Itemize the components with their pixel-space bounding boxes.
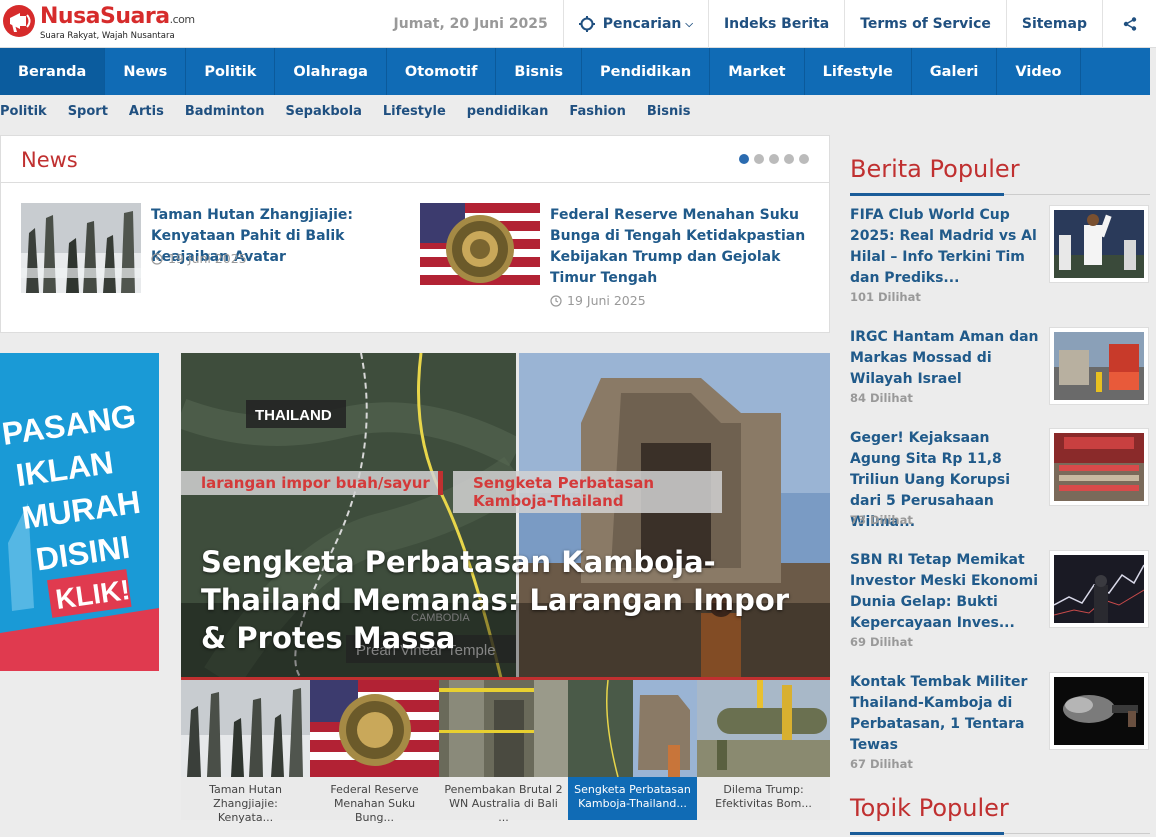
view-count: 69 Dilihat [850,635,913,649]
nav-lifestyle[interactable]: Lifestyle [805,48,912,95]
view-count: 67 Dilihat [850,757,913,771]
map-label-thailand: THAILAND [255,407,332,424]
share-button[interactable] [1102,0,1156,48]
headline-thumbnails: Taman Hutan Zhangjiajie: Kenyata... Fede… [181,680,830,824]
subnav-politik[interactable]: Politik [0,104,47,126]
subnav-bisnis[interactable]: Bisnis [647,104,691,126]
section-underline [850,193,1150,196]
subnav-sport[interactable]: Sport [68,104,108,126]
popular-title[interactable]: IRGC Hantam Aman dan Markas Mossad di Wi… [850,327,1040,390]
thumbnail-item-active[interactable]: Sengketa Perbatasan Kamboja-Thailand... [568,680,697,820]
popular-news-title: Berita Populer [850,155,1020,183]
thumbnail-caption[interactable]: Penembakan Brutal 2 WN Australia di Bali… [439,777,568,824]
chevron-down-icon: ⌵ [685,18,693,30]
advertisement-banner[interactable]: PASANG IKLAN MURAH DISINI KLIK! [0,353,159,671]
subnav-badminton[interactable]: Badminton [185,104,265,126]
nav-otomotif[interactable]: Otomotif [387,48,497,95]
nav-video[interactable]: Video [997,48,1081,95]
nav-politik[interactable]: Politik [186,48,276,95]
subnav-pendidikan[interactable]: pendidikan [467,104,549,126]
popular-topics-title: Topik Populer [850,794,1009,822]
popular-thumbnail[interactable] [1049,550,1149,628]
site-logo[interactable]: NusaSuara.com Suara Rakyat, Wajah Nusant… [0,2,200,46]
carousel-dots [739,154,809,164]
hero-title[interactable]: Sengketa Perbatasan Kamboja-Thailand Mem… [201,543,811,657]
logo-tagline: Suara Rakyat, Wajah Nusantara [40,31,175,41]
hero-tag[interactable]: Sengketa Perbatasan Kamboja-Thailand [453,471,722,513]
thumbnail-caption[interactable]: Federal Reserve Menahan Suku Bung... [310,777,439,824]
clock-icon [151,252,163,265]
popular-thumbnail[interactable] [1049,327,1149,405]
thumbnail-caption[interactable]: Dilema Trump: Efektivitas Bom... [697,777,830,820]
link-terms-of-service[interactable]: Terms of Service [844,0,1006,48]
news-carousel: News Taman Hutan Zhangjiajie: Kenyataan … [0,135,830,333]
logo-wordmark: NusaSuara.com [40,4,195,29]
hero-headline[interactable]: THAILAND CAMBODIA Preah Vihear Temple la… [181,353,830,678]
subnav-fashion[interactable]: Fashion [569,104,626,126]
carousel-dot[interactable] [739,154,749,164]
popular-thumbnail[interactable] [1049,205,1149,283]
share-icon [1123,17,1136,31]
news-item[interactable]: Taman Hutan Zhangjiajie: Kenyataan Pahit… [21,203,416,313]
popular-thumbnail[interactable] [1049,428,1149,506]
popular-title[interactable]: SBN RI Tetap Memikat Investor Meski Ekon… [850,550,1040,634]
subnav-sepakbola[interactable]: Sepakbola [285,104,361,126]
link-indeks-berita[interactable]: Indeks Berita [707,0,844,48]
nav-galeri[interactable]: Galeri [912,48,998,95]
nav-pendidikan[interactable]: Pendidikan [582,48,711,95]
thumbnail-caption[interactable]: Taman Hutan Zhangjiajie: Kenyata... [181,777,310,824]
top-header: NusaSuara.com Suara Rakyat, Wajah Nusant… [0,0,1156,48]
subnav-artis[interactable]: Artis [129,104,164,126]
nav-bisnis[interactable]: Bisnis [496,48,582,95]
section-underline [850,832,1150,835]
top-nav: Jumat, 20 Juni 2025 Pencarian ⌵ Indeks B… [379,0,1156,48]
carousel-dot[interactable] [769,154,779,164]
thumbnail-item[interactable]: Penembakan Brutal 2 WN Australia di Bali… [439,680,568,824]
clock-icon [550,294,562,307]
section-title: News [21,148,78,172]
carousel-dot[interactable] [799,154,809,164]
search-toggle[interactable]: Pencarian ⌵ [562,0,708,48]
link-sitemap[interactable]: Sitemap [1005,0,1102,48]
thumbnail-item[interactable]: Taman Hutan Zhangjiajie: Kenyata... [181,680,310,824]
news-thumbnail[interactable] [420,203,540,293]
nav-news[interactable]: News [105,48,187,95]
megaphone-icon [3,5,35,37]
main-navigation: Beranda News Politik Olahraga Otomotif B… [0,48,1150,95]
subnav-lifestyle[interactable]: Lifestyle [383,104,446,126]
current-date: Jumat, 20 Juni 2025 [393,16,548,32]
carousel-dot[interactable] [784,154,794,164]
news-thumbnail[interactable] [21,203,141,293]
sub-navigation: Politik Sport Artis Badminton Sepakbola … [0,104,711,126]
thumbnail-caption[interactable]: Sengketa Perbatasan Kamboja-Thailand... [568,777,697,820]
location-icon [578,16,595,32]
nav-olahraga[interactable]: Olahraga [275,48,387,95]
news-date: 19 Juni 2025 [151,251,247,266]
news-item[interactable]: Federal Reserve Menahan Suku Bunga di Te… [420,203,815,313]
nav-market[interactable]: Market [710,48,805,95]
popular-title[interactable]: Kontak Tembak Militer Thailand-Kamboja d… [850,672,1040,756]
search-label: Pencarian [602,16,682,32]
thumbnail-item[interactable]: Dilema Trump: Efektivitas Bom... [697,680,830,820]
news-carousel-header: News [1,136,829,183]
view-count: 101 Dilihat [850,290,921,304]
popular-thumbnail[interactable] [1049,672,1149,750]
news-title[interactable]: Federal Reserve Menahan Suku Bunga di Te… [550,205,810,289]
view-count: 84 Dilihat [850,391,913,405]
popular-title[interactable]: FIFA Club World Cup 2025: Real Madrid vs… [850,205,1040,289]
nav-beranda[interactable]: Beranda [0,48,106,95]
carousel-dot[interactable] [754,154,764,164]
view-count: 73 Dilihat [850,513,913,527]
thumbnail-item[interactable]: Federal Reserve Menahan Suku Bung... [310,680,439,824]
news-date: 19 Juni 2025 [550,293,646,308]
